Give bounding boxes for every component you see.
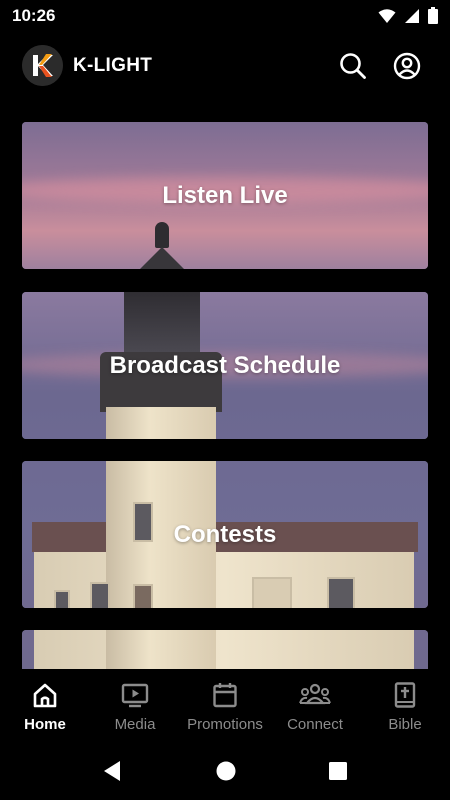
recents-button[interactable] [326, 759, 350, 783]
home-system-button[interactable] [214, 759, 238, 783]
bible-icon [394, 682, 416, 708]
nav-label: Promotions [187, 716, 263, 733]
nav-label: Bible [388, 716, 422, 733]
nav-label: Home [24, 716, 66, 733]
recents-square-icon [329, 762, 347, 780]
app-bar: K-LIGHT [0, 36, 450, 96]
back-button[interactable] [101, 759, 125, 783]
cellular-signal-icon [405, 8, 419, 23]
contests-card[interactable]: Contests [22, 461, 428, 608]
account-button[interactable] [391, 50, 423, 82]
nav-item-media[interactable]: Media [90, 669, 180, 739]
broadcast-schedule-card[interactable]: Broadcast Schedule [22, 292, 428, 439]
home-circle-icon [216, 761, 236, 781]
status-icons [378, 7, 438, 24]
app-screen: 10:26 K-LIGHT Listen Live Broadcast Sche… [0, 0, 450, 800]
app-title: K-LIGHT [73, 55, 153, 76]
home-icon [33, 683, 57, 708]
wifi-icon [378, 8, 396, 23]
listen-live-label: Listen Live [162, 181, 288, 209]
account-circle-icon [393, 52, 421, 80]
system-navigation-bar [0, 740, 450, 800]
nav-item-promotions[interactable]: Promotions [180, 669, 270, 739]
status-bar: 10:26 [0, 0, 450, 30]
search-button[interactable] [337, 50, 369, 82]
nav-item-home[interactable]: Home [0, 669, 90, 739]
k-light-logo[interactable] [22, 45, 63, 86]
media-player-icon [121, 683, 149, 708]
listen-live-card[interactable]: Listen Live [22, 122, 428, 269]
logo-graphic [22, 45, 63, 86]
bottom-navigation: Home Media Promotions Connect Bible [0, 669, 450, 739]
calendar-icon [213, 683, 237, 708]
broadcast-schedule-label: Broadcast Schedule [109, 351, 341, 379]
contests-label: Contests [173, 520, 277, 548]
lighthouse-image [22, 630, 428, 670]
search-icon [340, 53, 366, 79]
nav-item-bible[interactable]: Bible [360, 669, 450, 739]
status-time: 10:26 [12, 6, 56, 25]
nav-label: Media [114, 716, 156, 733]
battery-icon [428, 7, 438, 24]
back-triangle-icon [104, 761, 120, 781]
people-group-icon [299, 683, 331, 705]
nav-label: Connect [287, 716, 343, 733]
next-card-partial[interactable] [22, 630, 428, 670]
nav-item-connect[interactable]: Connect [270, 669, 360, 739]
